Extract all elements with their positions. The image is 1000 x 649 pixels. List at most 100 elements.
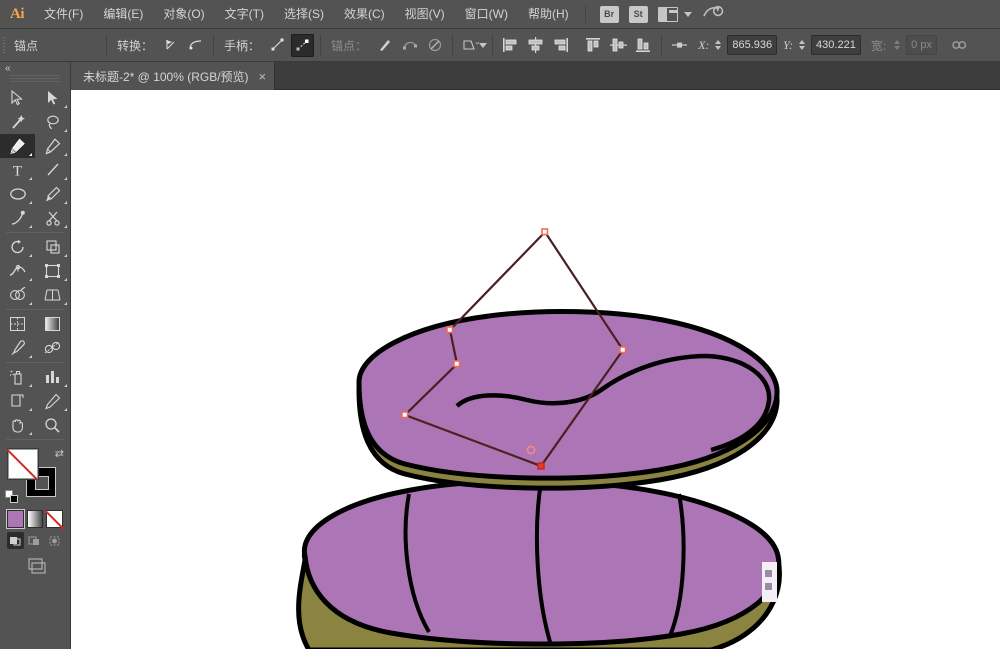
anchor-point[interactable]	[541, 228, 549, 236]
search-adobe-stock-icon[interactable]	[699, 0, 727, 27]
tool-group-indicator	[64, 254, 67, 257]
menu-effect[interactable]: 效果(C)	[334, 0, 395, 29]
connect-selected-endpoints-icon[interactable]	[398, 34, 421, 57]
color-mode-swatches	[0, 508, 70, 529]
collapse-panel-icon[interactable]: «	[5, 64, 10, 74]
anchor-point[interactable]	[446, 326, 454, 334]
tool-shape-builder[interactable]	[0, 283, 35, 307]
tool-line-segment[interactable]	[35, 158, 70, 182]
convert-to-corner-icon[interactable]	[159, 34, 182, 57]
bridge-icon[interactable]: Br	[599, 5, 619, 23]
swap-fill-stroke-icon[interactable]: ⇄	[55, 447, 64, 460]
tool-column-graph[interactable]	[35, 365, 70, 389]
menu-type[interactable]: 文字(T)	[215, 0, 274, 29]
hide-handles-icon[interactable]	[291, 33, 315, 57]
tool-artboard[interactable]	[0, 389, 35, 413]
toolbox-grip[interactable]	[10, 75, 60, 84]
menu-bar-right-group: Br St	[599, 4, 724, 25]
align-top-icon[interactable]	[582, 34, 605, 57]
tool-type[interactable]: T	[0, 158, 35, 182]
anchor-point[interactable]	[619, 346, 627, 354]
tool-symbol-sprayer[interactable]	[0, 365, 35, 389]
unlink-dimensions-icon[interactable]	[945, 34, 968, 57]
tool-pen[interactable]	[0, 134, 35, 158]
tool-width[interactable]	[0, 259, 35, 283]
align-bottom-icon[interactable]	[632, 34, 655, 57]
tool-rotate[interactable]	[0, 235, 35, 259]
menu-select[interactable]: 选择(S)	[274, 0, 334, 29]
gradient-swatch[interactable]	[26, 510, 44, 528]
tool-direct-selection[interactable]	[35, 86, 70, 110]
draw-inside-mode[interactable]	[46, 532, 63, 549]
fill-swatch[interactable]	[8, 449, 38, 479]
tool-shaper[interactable]	[0, 206, 35, 230]
tool-slice[interactable]	[35, 389, 70, 413]
tool-hand[interactable]	[0, 413, 35, 437]
x-coordinate-input[interactable]: 865.936	[727, 35, 778, 55]
transform-panel-icon[interactable]	[668, 34, 691, 57]
tool-group-indicator	[64, 384, 67, 387]
tool-perspective-grid[interactable]	[35, 283, 70, 307]
tool-paintbrush[interactable]	[35, 182, 70, 206]
tool-group-indicator	[64, 408, 67, 411]
chevron-down-icon[interactable]	[683, 11, 692, 17]
align-vertical-center-icon[interactable]	[607, 34, 630, 57]
tool-lasso[interactable]	[35, 110, 70, 134]
tool-free-transform[interactable]	[35, 259, 70, 283]
menu-object[interactable]: 对象(O)	[153, 0, 214, 29]
none-swatch[interactable]	[46, 510, 64, 528]
default-fill-stroke-icon[interactable]	[5, 490, 18, 503]
convert-to-smooth-icon[interactable]	[184, 34, 207, 57]
menu-window[interactable]: 窗口(W)	[455, 0, 518, 29]
tool-ellipse[interactable]	[0, 182, 35, 206]
menu-help[interactable]: 帮助(H)	[518, 0, 579, 29]
tool-group-indicator	[64, 177, 67, 180]
tool-blend[interactable]	[35, 336, 70, 360]
menu-view[interactable]: 视图(V)	[395, 0, 455, 29]
chevron-down-icon[interactable]	[479, 42, 488, 48]
tool-scissors[interactable]	[35, 206, 70, 230]
close-icon[interactable]: ×	[259, 70, 267, 83]
show-handles-icon[interactable]	[266, 34, 289, 57]
tool-curvature[interactable]	[35, 134, 70, 158]
tool-zoom[interactable]	[35, 413, 70, 437]
align-horizontal-center-icon[interactable]	[524, 34, 547, 57]
draw-behind-mode[interactable]	[26, 532, 43, 549]
cushion-lower-tier	[296, 478, 782, 649]
tool-group-indicator	[64, 225, 67, 228]
tool-gradient[interactable]	[35, 312, 70, 336]
remove-selected-anchor-icon[interactable]	[373, 34, 396, 57]
tool-group-indicator	[29, 278, 32, 281]
change-screen-mode-icon[interactable]	[0, 557, 70, 575]
arrange-documents-icon[interactable]	[657, 6, 678, 22]
canvas-artboard[interactable]	[71, 90, 1000, 649]
tool-scale[interactable]	[35, 235, 70, 259]
anchor-point[interactable]	[401, 411, 409, 419]
tool-eyedropper[interactable]	[0, 336, 35, 360]
tool-magic-wand[interactable]	[0, 110, 35, 134]
convert-label: 转换：	[117, 38, 154, 53]
control-bar: 锚点 转换： 手柄： 锚点： X: 865.936 Y: 430.221 宽: …	[0, 29, 1000, 62]
menu-file[interactable]: 文件(F)	[34, 0, 93, 29]
tool-mesh[interactable]	[0, 312, 35, 336]
control-bar-grip[interactable]	[0, 29, 9, 62]
toolbox-divider	[6, 439, 64, 440]
draw-normal-mode[interactable]	[7, 532, 25, 549]
y-stepper[interactable]	[796, 40, 807, 50]
tool-selection[interactable]	[0, 86, 35, 110]
menu-edit[interactable]: 编辑(E)	[93, 0, 153, 29]
x-coordinate-value: 865.936	[732, 39, 773, 51]
y-coordinate-label: Y:	[783, 37, 794, 52]
context-label: 锚点	[14, 38, 39, 53]
document-tab[interactable]: 未标题-2* @ 100% (RGB/预览) ×	[71, 62, 276, 90]
align-left-icon[interactable]	[499, 34, 522, 57]
align-right-icon[interactable]	[549, 34, 572, 57]
y-coordinate-input[interactable]: 430.221	[811, 35, 861, 55]
anchor-point[interactable]	[453, 360, 461, 368]
cut-path-at-anchor-icon[interactable]	[423, 34, 446, 57]
tool-group-indicator	[64, 129, 67, 132]
color-swatch[interactable]	[6, 509, 25, 529]
x-stepper[interactable]	[712, 40, 723, 50]
stock-icon[interactable]: St	[628, 5, 648, 23]
anchor-point-active[interactable]	[537, 462, 545, 470]
